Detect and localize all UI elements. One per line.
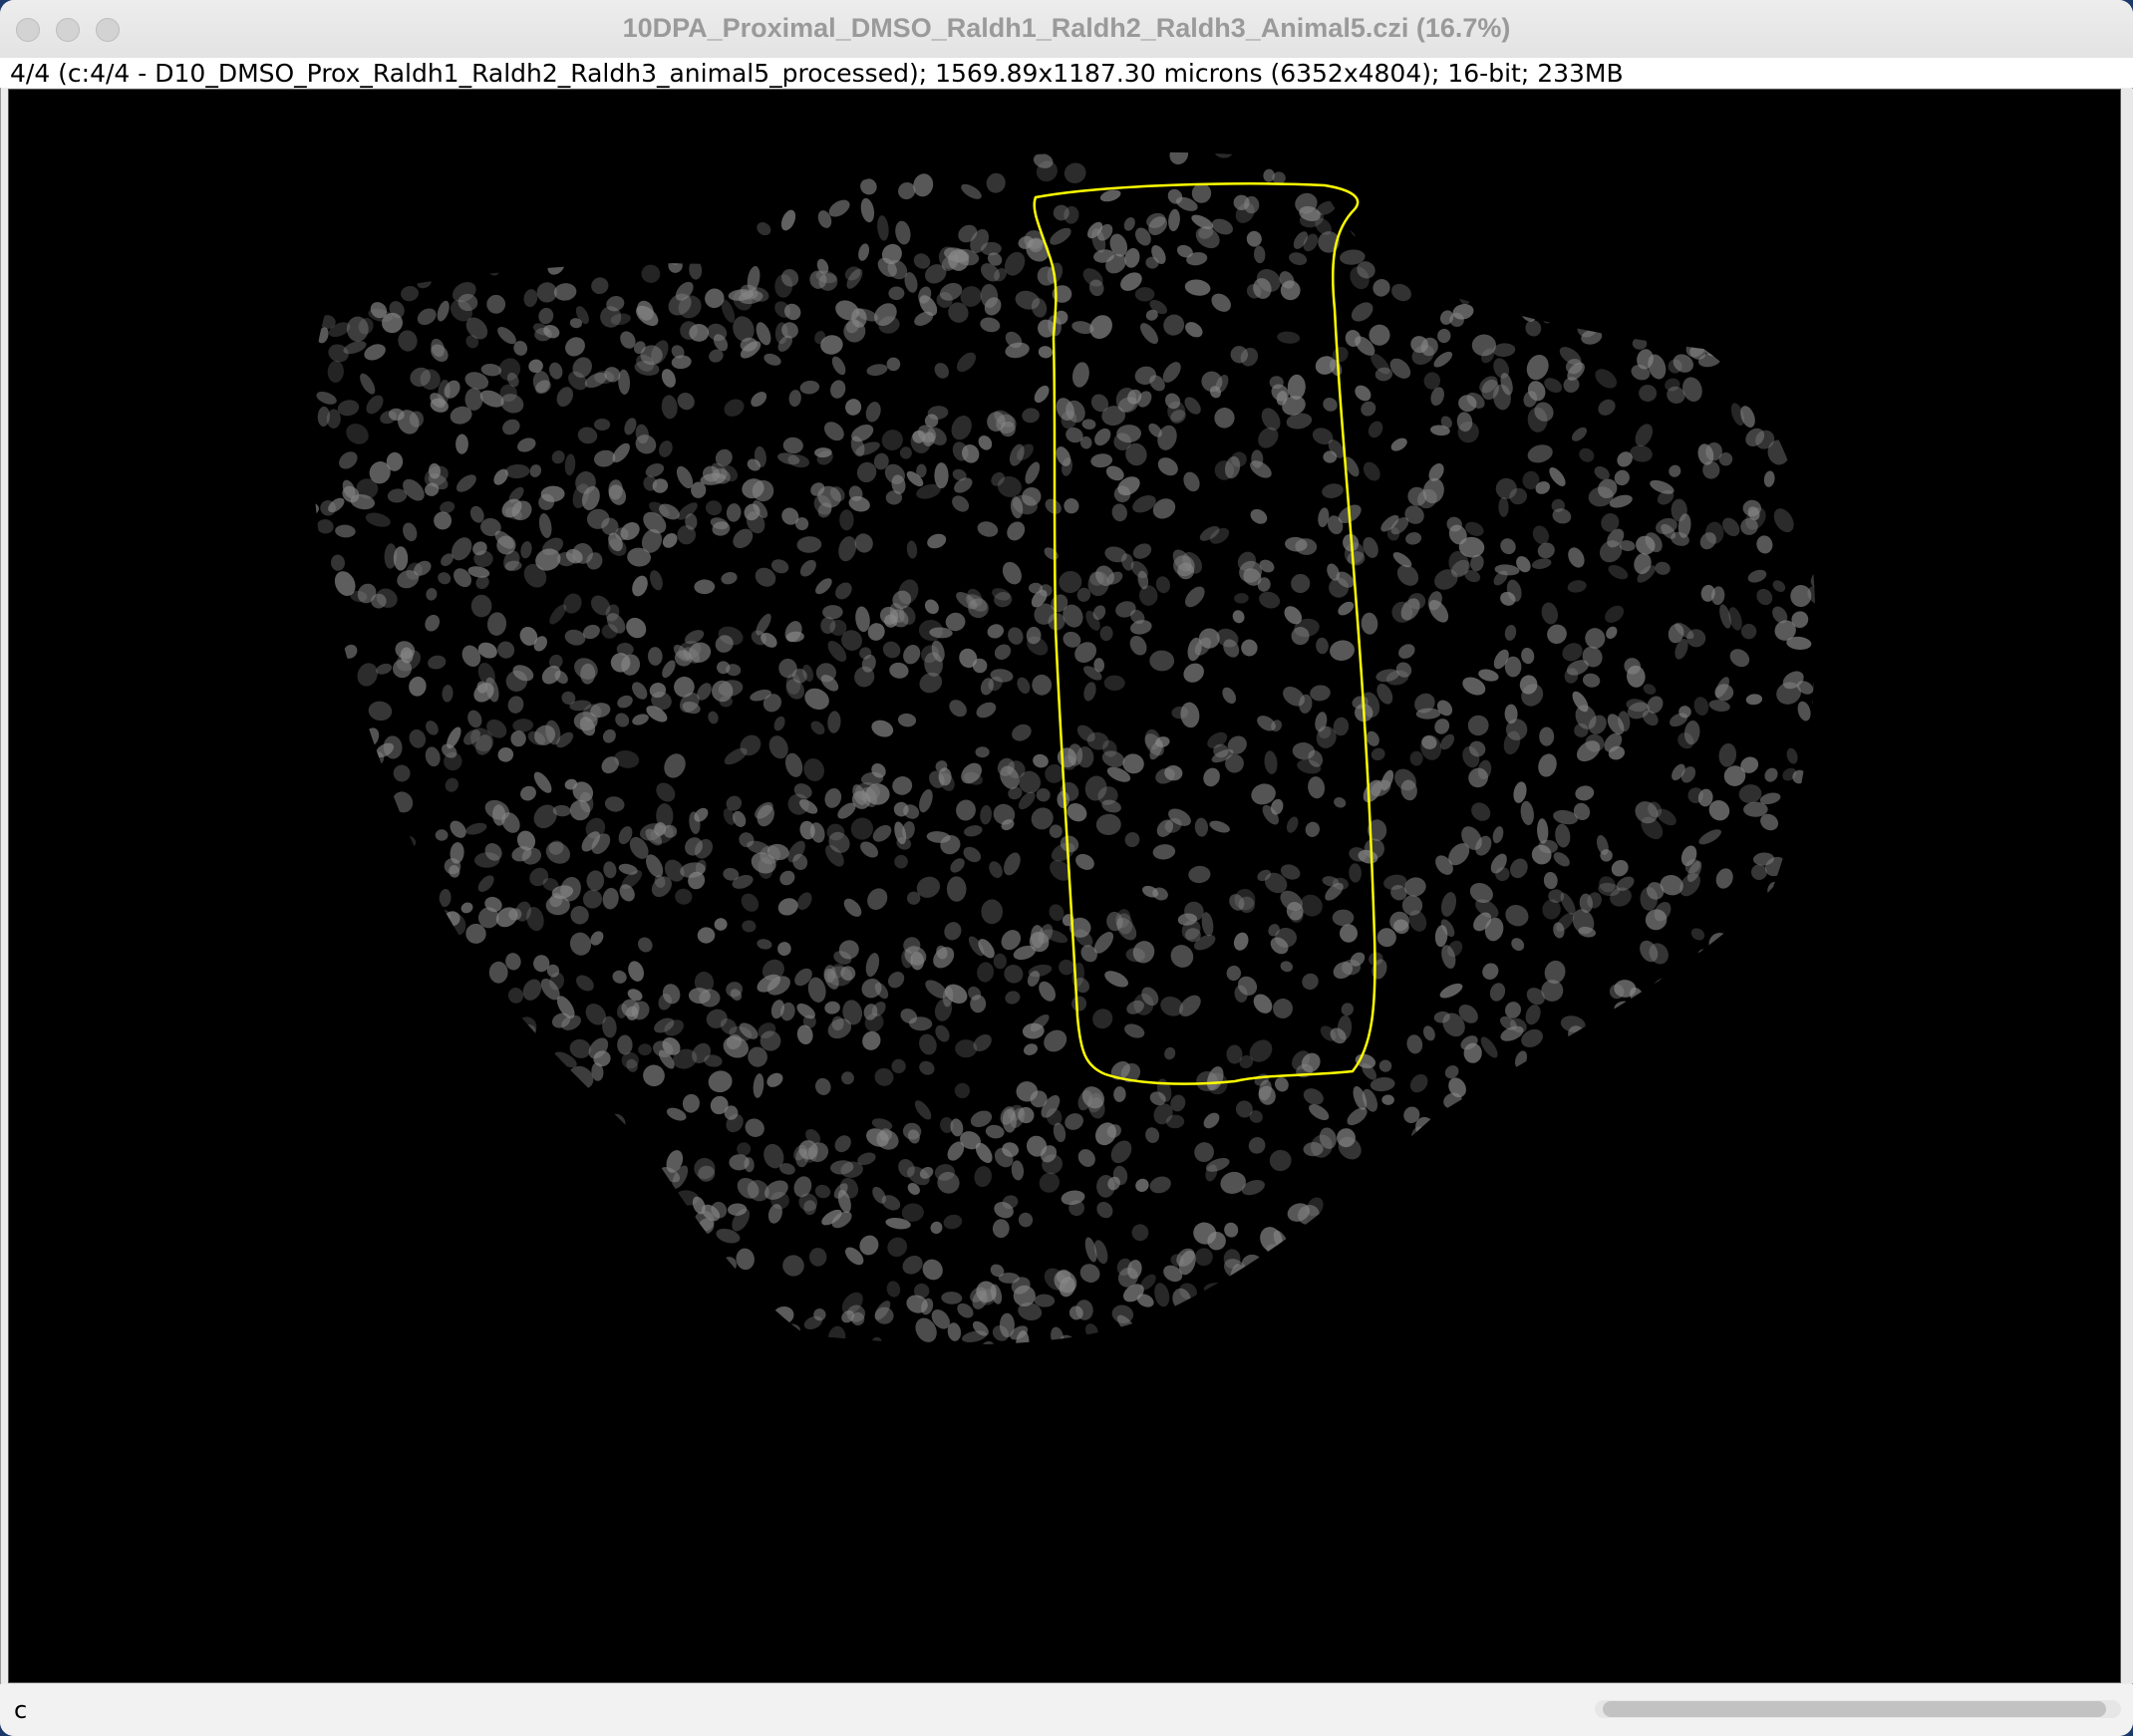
nucleus [1640, 887, 1659, 911]
nucleus [435, 829, 449, 841]
nucleus [1539, 726, 1555, 746]
window-right-edge [2121, 89, 2133, 1683]
image-window: 10DPA_Proximal_DMSO_Raldh1_Raldh2_Raldh3… [0, 0, 2133, 1736]
nucleus [470, 594, 492, 618]
nucleus [934, 462, 949, 489]
window-title: 10DPA_Proximal_DMSO_Raldh1_Raldh2_Raldh3… [622, 13, 1511, 43]
nucleus [955, 1039, 978, 1058]
scrollbar-thumb[interactable] [1603, 1701, 2106, 1717]
nucleus [464, 388, 483, 412]
nucleus [981, 899, 1003, 925]
horizontal-scrollbar[interactable] [1595, 1700, 2121, 1718]
nucleus [839, 509, 854, 531]
nucleus [593, 419, 611, 431]
nucleus [1134, 287, 1155, 302]
microscopy-image[interactable] [9, 90, 2121, 1683]
status-text: c [14, 1696, 28, 1724]
nucleus [719, 696, 733, 708]
image-canvas[interactable] [8, 89, 2121, 1683]
nucleus [1471, 334, 1496, 357]
status-bar: c [0, 1684, 2133, 1736]
image-info-bar: 4/4 (c:4/4 - D10_DMSO_Prox_Raldh1_Raldh2… [0, 58, 2133, 88]
nucleus [393, 546, 409, 571]
title-bar[interactable]: 10DPA_Proximal_DMSO_Raldh1_Raldh2_Raldh3… [0, 0, 2133, 59]
image-info-text: 4/4 (c:4/4 - D10_DMSO_Prox_Raldh1_Raldh2… [10, 59, 1624, 88]
